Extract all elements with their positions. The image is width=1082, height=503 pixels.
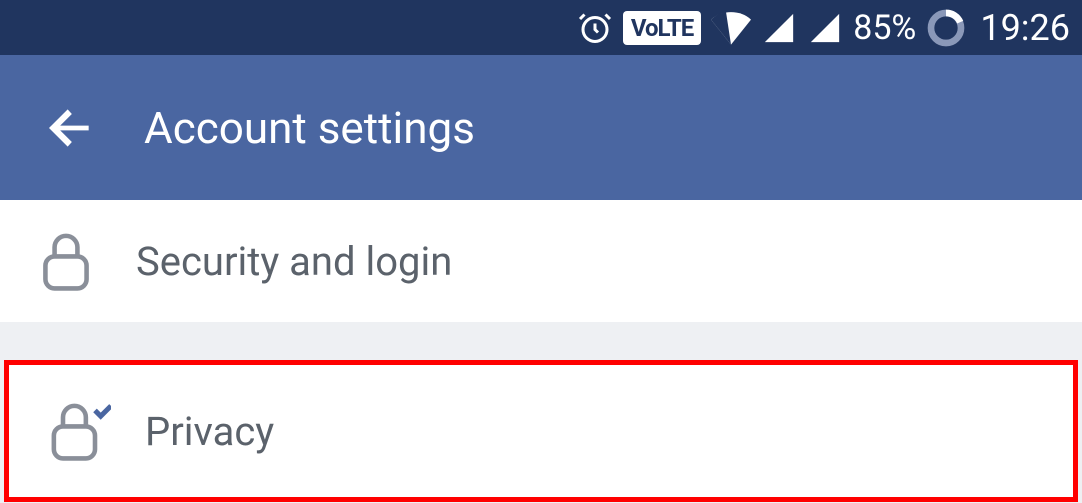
signal-2-icon [807,11,843,45]
lock-icon [38,229,136,293]
highlight-box: Privacy [4,360,1078,502]
clock: 19:26 [980,7,1070,49]
data-usage-ring-icon [926,8,966,48]
wifi-icon [711,11,751,45]
settings-item-label: Security and login [136,238,452,285]
battery-percent: 85% [853,8,916,48]
arrow-left-icon [42,100,98,156]
settings-item-privacy[interactable]: Privacy [9,365,1073,497]
settings-item-label: Privacy [145,408,274,455]
section-divider [0,322,1082,360]
back-button[interactable] [30,88,110,168]
alarm-icon [577,10,613,46]
app-bar: Account settings [0,55,1082,200]
volte-badge: VoLTE [623,11,701,45]
page-title: Account settings [144,102,475,154]
lock-check-icon [47,399,145,463]
status-bar: VoLTE 85% 19:26 [0,0,1082,55]
settings-item-security-login[interactable]: Security and login [0,200,1082,322]
signal-1-icon [761,11,797,45]
